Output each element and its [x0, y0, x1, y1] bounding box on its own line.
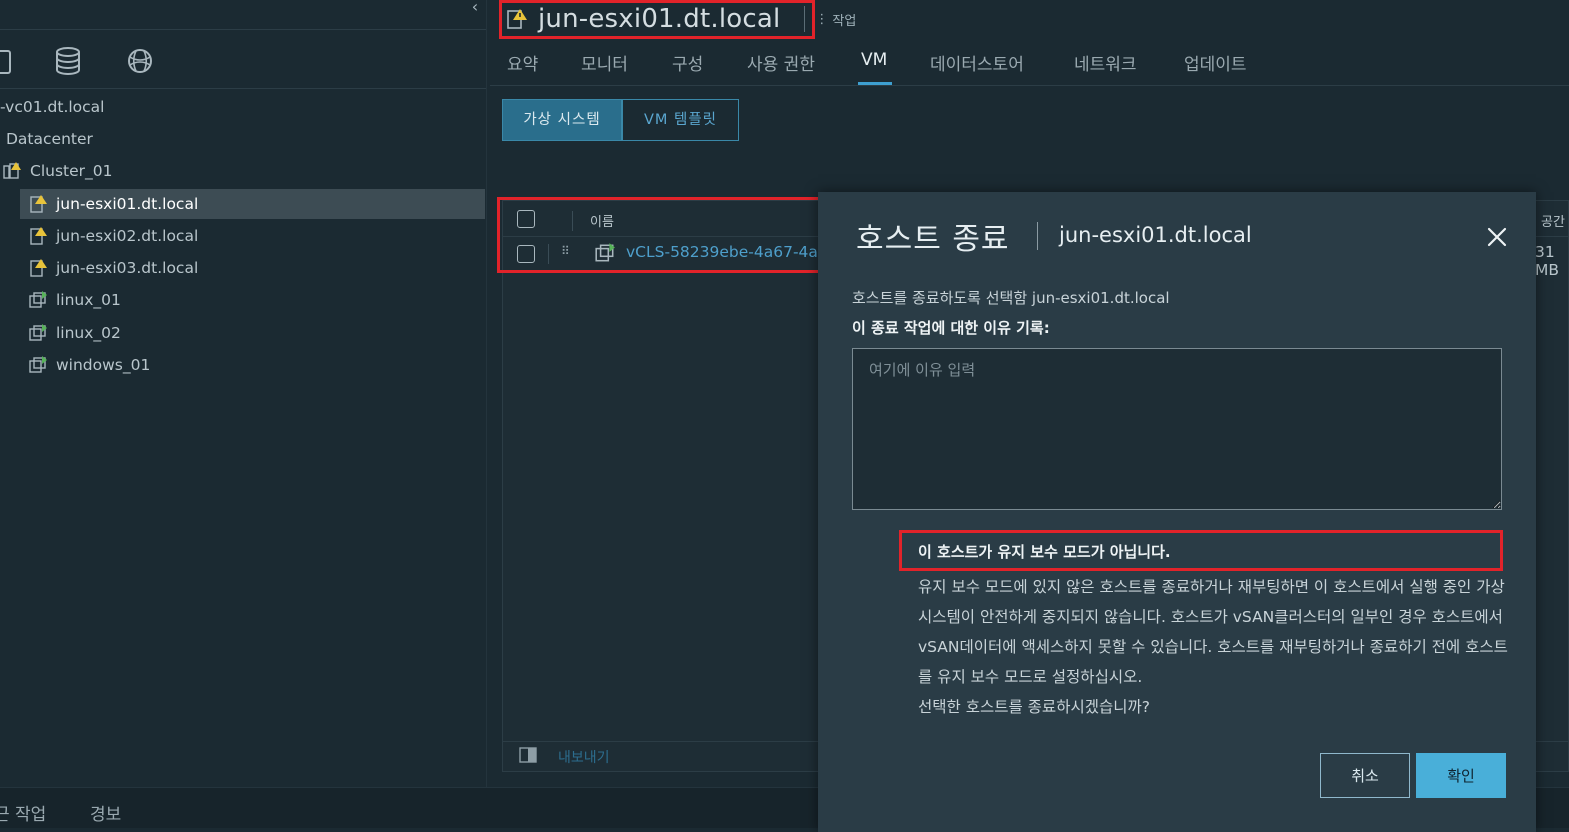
highlight-box-warning	[899, 530, 1503, 571]
cancel-button[interactable]: 취소	[1320, 753, 1410, 798]
tree-item-label: jun-esxi02.dt.local	[56, 227, 199, 245]
tree-item-vm-windows01[interactable]: windows_01	[28, 350, 486, 380]
tree-item-vcenter[interactable]: -vc01.dt.local	[0, 92, 486, 122]
tree-item-vm-linux02[interactable]: linux_02	[28, 318, 486, 348]
tree-item-label: Datacenter	[6, 130, 93, 148]
confirm-button[interactable]: 확인	[1416, 753, 1506, 798]
confirm-question: 선택한 호스트를 종료하시겠습니까?	[918, 698, 1150, 716]
vm-powered-on-icon	[29, 356, 47, 373]
tabs-divider	[490, 85, 1569, 86]
dialog-title-separator	[1037, 222, 1038, 250]
tree-item-label: linux_01	[56, 291, 121, 309]
reason-textarea[interactable]	[852, 348, 1502, 510]
tab-configure[interactable]: 구성	[672, 50, 703, 84]
reason-label: 이 종료 작업에 대한 이유 기록:	[852, 319, 1050, 337]
collapse-panel-icon[interactable]: ‹	[466, 0, 484, 16]
tree-item-label: linux_02	[56, 324, 121, 342]
column-toggle-icon[interactable]	[519, 747, 537, 763]
vm-powered-on-icon	[29, 324, 47, 341]
tree-item-host-esxi01[interactable]: jun-esxi01.dt.local	[20, 189, 485, 219]
actions-menu-icon[interactable]: ⋮	[815, 12, 828, 27]
host-warning-icon	[30, 259, 47, 277]
tree-item-host-esxi03[interactable]: jun-esxi03.dt.local	[28, 253, 486, 283]
tree-item-label: -vc01.dt.local	[0, 98, 105, 116]
segment-virtual-machines[interactable]: 가상 시스템	[502, 99, 622, 141]
hosts-clusters-icon[interactable]	[0, 45, 18, 77]
tab-monitor[interactable]: 모니터	[581, 50, 628, 84]
tab-summary[interactable]: 요약	[507, 50, 538, 84]
highlight-box-title	[499, 0, 815, 39]
tree-item-label: jun-esxi01.dt.local	[56, 195, 199, 213]
dialog-title: 호스트 종료	[856, 222, 1010, 257]
warning-text: 유지 보수 모드에 있지 않은 호스트를 종료하거나 재부팅하면 이 호스트에서…	[918, 578, 1508, 686]
tab-datastores[interactable]: 데이터스토어	[930, 50, 1024, 84]
tab-permissions[interactable]: 사용 권한	[747, 50, 815, 84]
tab-updates[interactable]: 업데이트	[1184, 50, 1247, 84]
highlight-box-vm-row	[497, 197, 824, 273]
tab-vms[interactable]: VM	[861, 50, 887, 84]
tree-item-vm-linux01[interactable]: linux_01	[28, 285, 486, 315]
maintenance-warning-body: 유지 보수 모드에 있지 않은 호스트를 종료하거나 재부팅하면 이 호스트에서…	[918, 572, 1508, 722]
host-warning-icon	[30, 195, 47, 213]
tab-alarms[interactable]: 경보	[90, 800, 121, 825]
tab-recent-tasks[interactable]: 근 작업	[0, 800, 46, 825]
active-tab-indicator	[858, 82, 892, 85]
vm-space-value: 31 MB	[1535, 243, 1560, 279]
divider	[0, 29, 486, 30]
vm-powered-on-icon	[29, 291, 47, 308]
cluster-warning-icon	[3, 162, 21, 179]
dialog-subject: jun-esxi01.dt.local	[1059, 223, 1252, 247]
tab-networks[interactable]: 네트워크	[1074, 50, 1137, 84]
divider	[0, 88, 486, 89]
tree-item-host-esxi02[interactable]: jun-esxi02.dt.local	[28, 221, 486, 251]
segment-vm-templates[interactable]: VM 템플릿	[622, 99, 739, 141]
storage-database-icon[interactable]	[52, 45, 84, 77]
column-header-space[interactable]: 공간	[1541, 211, 1565, 230]
network-globe-icon[interactable]	[124, 45, 156, 77]
export-link[interactable]: 내보내기	[558, 747, 610, 767]
host-warning-icon	[30, 227, 47, 245]
tree-item-label: windows_01	[56, 356, 151, 374]
tree-item-label: jun-esxi03.dt.local	[56, 259, 199, 277]
tree-item-label: Cluster_01	[30, 162, 113, 180]
dialog-description: 호스트를 종료하도록 선택함 jun-esxi01.dt.local	[852, 289, 1170, 307]
close-icon[interactable]	[1484, 224, 1510, 250]
tree-item-datacenter[interactable]: Datacenter	[6, 124, 486, 154]
tree-item-cluster[interactable]: Cluster_01	[0, 156, 486, 186]
actions-menu[interactable]: 작업	[832, 10, 856, 29]
